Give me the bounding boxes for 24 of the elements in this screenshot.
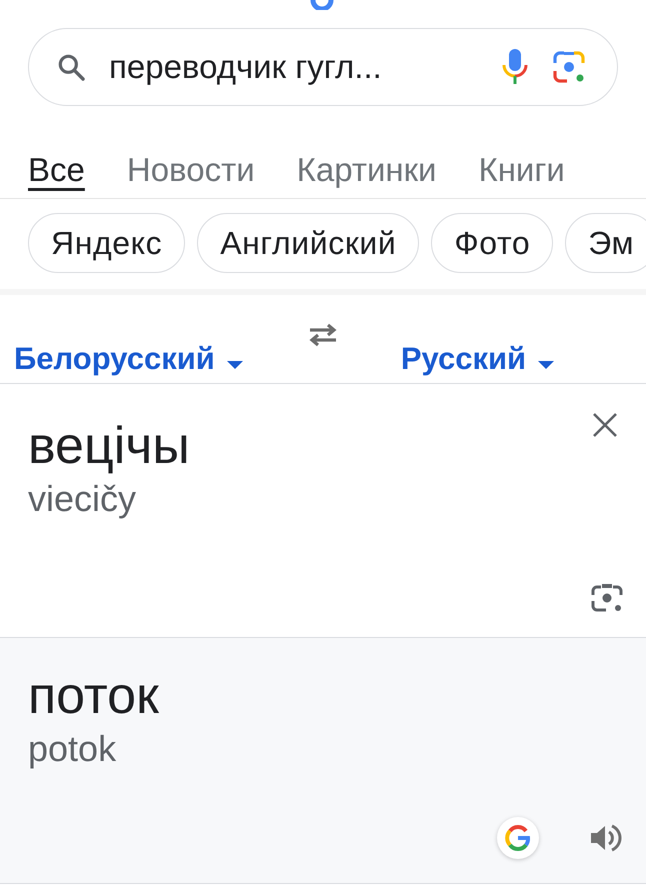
microphone-icon[interactable]: [501, 47, 529, 87]
search-field[interactable]: переводчик гугл...: [28, 28, 618, 106]
caret-icon: [226, 361, 243, 369]
close-icon[interactable]: [592, 412, 618, 438]
suggestion-chip[interactable]: Фото: [431, 213, 554, 273]
camera-icon[interactable]: [590, 582, 624, 614]
search-tab[interactable]: Новости: [126, 150, 255, 194]
loading-icon: [310, 0, 334, 10]
source-language-dropdown[interactable]: Белорусский: [14, 339, 243, 379]
suggestion-chip[interactable]: Английский: [197, 213, 420, 273]
suggestion-chip[interactable]: Яндекс: [28, 213, 186, 273]
source-text: вецічы: [28, 416, 190, 476]
caret-icon: [538, 361, 554, 369]
search-query: переводчик гугл...: [109, 48, 383, 86]
target-language-dropdown[interactable]: Русский: [400, 339, 554, 379]
search-tab[interactable]: Все: [28, 150, 85, 194]
logo-icon[interactable]: [496, 816, 540, 860]
search-tab[interactable]: Книги: [478, 150, 565, 194]
suggestion-chip[interactable]: Эм: [565, 213, 646, 273]
translated-text: поток: [28, 666, 160, 726]
camera-icon[interactable]: [551, 49, 587, 85]
search-tab[interactable]: Картинки: [296, 150, 436, 194]
source-transliteration: viecičy: [28, 477, 136, 521]
translated-transliteration: potok: [28, 727, 118, 771]
